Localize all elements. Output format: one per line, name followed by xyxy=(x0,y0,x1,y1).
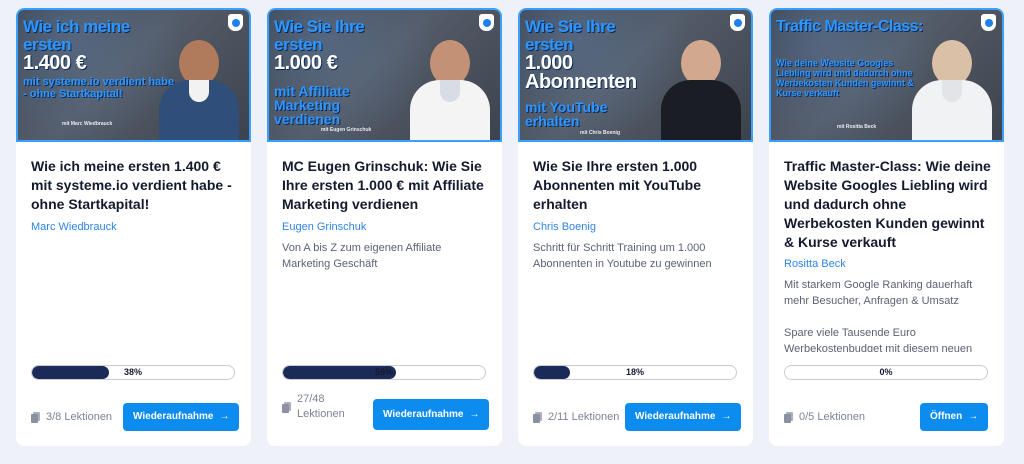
lessons-document-icon xyxy=(784,411,794,423)
course-card[interactable]: Traffic Master-Class: Wie deine Website … xyxy=(769,8,1004,446)
lesson-count: 3/8 Lektionen xyxy=(31,408,112,426)
open-button[interactable]: Öffnen → xyxy=(920,403,989,431)
course-card[interactable]: Wie Sie Ihre ersten 1.000 Abonnenten mit… xyxy=(518,8,753,446)
course-thumbnail[interactable]: Wie Sie Ihre ersten 1.000 € mit Affiliat… xyxy=(267,8,502,142)
resume-button-label: Wiederaufnahme xyxy=(133,411,214,422)
progress-bar: 56% xyxy=(282,365,486,380)
shield-badge-icon xyxy=(730,14,745,31)
course-author[interactable]: Rositta Beck xyxy=(784,258,846,270)
resume-button-label: Wiederaufnahme xyxy=(635,411,716,422)
course-description: Mit starkem Google Ranking dauerhaft meh… xyxy=(784,279,973,352)
thumbnail-headline-line: Wie ich meine ersten xyxy=(23,17,130,54)
resume-button-label: Wiederaufnahme xyxy=(383,409,464,420)
course-thumbnail[interactable]: Wie Sie Ihre ersten 1.000 Abonnenten mit… xyxy=(518,8,753,142)
thumbnail-headline-amount: Abonnenten xyxy=(525,71,637,93)
thumbnail-headline-line: Wie Sie Ihre xyxy=(274,17,365,36)
course-author[interactable]: Marc Wiedbrauck xyxy=(31,221,117,233)
presenter-photo xyxy=(661,40,741,140)
thumbnail-headline-line: Traffic Master-Class: xyxy=(776,18,923,35)
thumbnail-headline-line: Wie Sie Ihre xyxy=(525,17,616,36)
progress-label: 0% xyxy=(879,367,893,377)
thumbnail-byline: mit Rositta Beck xyxy=(837,124,877,130)
arrow-right-icon: → xyxy=(968,411,979,422)
presenter-photo xyxy=(410,40,490,140)
course-author[interactable]: Eugen Grinschuk xyxy=(282,221,366,233)
presenter-photo xyxy=(159,40,239,140)
shield-badge-icon xyxy=(228,14,243,31)
thumbnail-subline: mit YouTube erhalten xyxy=(525,99,608,129)
open-button-label: Öffnen xyxy=(930,411,963,422)
lesson-count: 27/48 Lektionen xyxy=(282,393,351,420)
resume-button[interactable]: Wiederaufnahme → xyxy=(373,399,490,430)
course-description: Schritt für Schritt Training um 1.000 Ab… xyxy=(533,242,712,270)
course-card[interactable]: Wie ich meine ersten 1.400 € mit systeme… xyxy=(16,8,251,446)
course-title[interactable]: Wie Sie Ihre ersten 1.000 Abonnenten mit… xyxy=(533,157,745,214)
lesson-count-text: 27/48 Lektionen xyxy=(297,393,345,420)
resume-button[interactable]: Wiederaufnahme → xyxy=(625,403,742,431)
lessons-document-icon xyxy=(533,411,543,423)
lesson-count-text: 3/8 Lektionen xyxy=(46,410,113,423)
shield-badge-icon xyxy=(479,14,494,31)
thumbnail-headline: Wie ich meine ersten 1.400 € xyxy=(23,17,173,74)
course-title[interactable]: MC Eugen Grinschuk: Wie Sie Ihre ersten … xyxy=(282,157,494,214)
lesson-count: 0/5 Lektionen xyxy=(784,408,865,426)
course-thumbnail[interactable]: Wie ich meine ersten 1.400 € mit systeme… xyxy=(16,8,251,142)
progress-label: 38% xyxy=(123,367,142,377)
thumbnail-headline: Wie Sie Ihre ersten 1.000 Abonnenten xyxy=(525,17,645,93)
thumbnail-headline: Wie Sie Ihre ersten 1.000 € xyxy=(274,17,384,74)
course-author[interactable]: Chris Boenig xyxy=(533,221,596,233)
progress-label: 18% xyxy=(625,367,644,377)
lesson-count-text: 0/5 Lektionen xyxy=(799,410,866,423)
course-card[interactable]: Wie Sie Ihre ersten 1.000 € mit Affiliat… xyxy=(267,8,502,446)
progress-bar: 18% xyxy=(533,365,737,380)
thumbnail-headline: Traffic Master-Class: xyxy=(776,18,946,36)
arrow-right-icon: → xyxy=(469,409,480,420)
resume-button[interactable]: Wiederaufnahme → xyxy=(123,403,240,431)
arrow-right-icon: → xyxy=(721,411,732,422)
course-grid: Wie ich meine ersten 1.400 € mit systeme… xyxy=(0,0,1024,464)
progress-bar: 0% xyxy=(784,365,988,380)
thumbnail-byline: mit Chris Boenig xyxy=(580,130,621,136)
thumbnail-headline-amount: 1.400 € xyxy=(23,52,87,74)
thumbnail-subline: Wie deine Website Googles Liebling wird … xyxy=(776,58,914,98)
course-description: Von A bis Z zum eigenen Affiliate Market… xyxy=(282,242,442,270)
progress-bar: 38% xyxy=(31,365,235,380)
thumbnail-headline-amount: 1.000 € xyxy=(274,52,338,74)
thumbnail-subline: mit Affiliate Marketing verdienen xyxy=(274,83,350,127)
presenter-photo xyxy=(912,40,992,140)
course-title[interactable]: Traffic Master-Class: Wie deine Website … xyxy=(784,157,996,252)
lesson-count-text: 2/11 Lektionen xyxy=(548,410,620,423)
lessons-document-icon xyxy=(31,411,41,423)
lessons-document-icon xyxy=(282,401,292,413)
course-title[interactable]: Wie ich meine ersten 1.400 € mit systeme… xyxy=(31,157,243,214)
shield-badge-icon xyxy=(981,14,996,31)
arrow-right-icon: → xyxy=(219,411,230,422)
thumbnail-byline: mit Marc Wiedbrauck xyxy=(62,121,113,127)
progress-label: 56% xyxy=(374,367,393,377)
lesson-count: 2/11 Lektionen xyxy=(533,408,619,426)
thumbnail-byline: mit Eugen Grinschuk xyxy=(321,127,372,133)
course-thumbnail[interactable]: Traffic Master-Class: Wie deine Website … xyxy=(769,8,1004,142)
